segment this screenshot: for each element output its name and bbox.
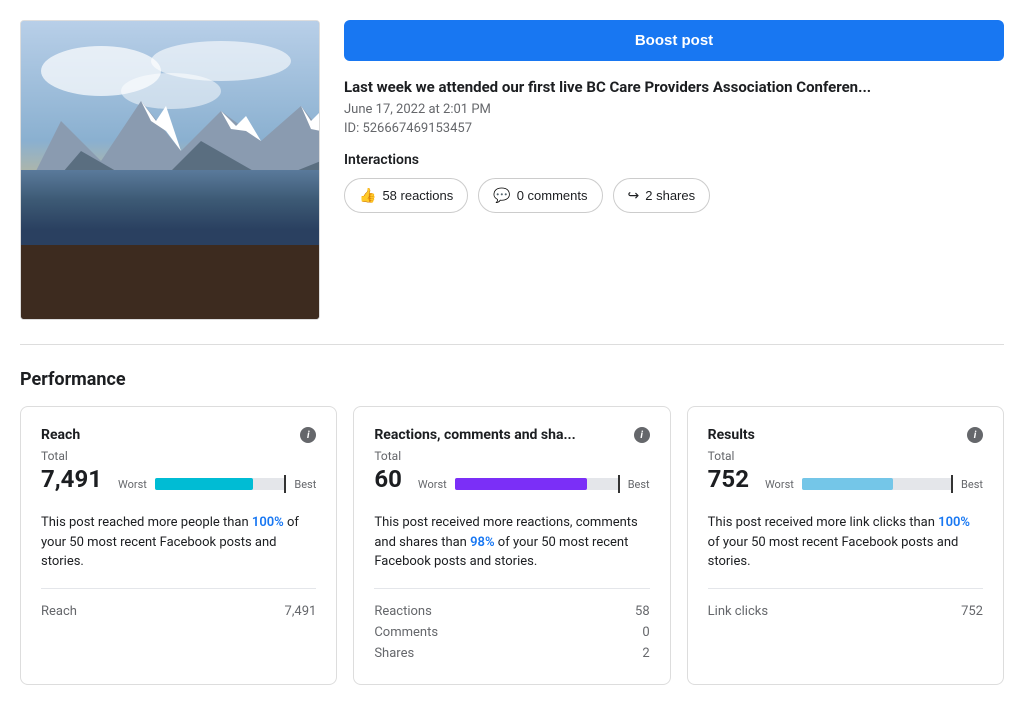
reactions-highlight: 98% [470, 535, 494, 550]
comment-icon: 💬 [493, 187, 510, 204]
reactions-stat-row-2: Shares 2 [374, 643, 649, 664]
comments-count: 0 comments [517, 188, 588, 203]
reach-total-label: Total [41, 449, 316, 463]
results-stats: Link clicks 752 [708, 601, 983, 622]
results-stat-row-0: Link clicks 752 [708, 601, 983, 622]
post-image [20, 20, 320, 320]
reactions-progress-bar [455, 478, 587, 490]
reach-progress-bar [155, 478, 254, 490]
reach-stat-value: 7,491 [285, 604, 317, 619]
results-progress-bar-container [802, 478, 953, 490]
reach-best-label: Best [294, 478, 316, 491]
reactions-best-label: Best [628, 478, 650, 491]
post-title: Last week we attended our first live BC … [344, 77, 1004, 98]
reactions-divider [374, 588, 649, 589]
share-icon: ↪ [628, 187, 640, 204]
results-stat-name-0: Link clicks [708, 604, 768, 619]
comments-button[interactable]: 💬 0 comments [478, 178, 602, 213]
shares-count: 2 shares [645, 188, 695, 203]
reach-value: 7,491 [41, 465, 102, 493]
reach-divider [41, 588, 316, 589]
reactions-stat-name-1: Comments [374, 625, 438, 640]
reactions-stats: Reactions 58 Comments 0 Shares 2 [374, 601, 649, 664]
boost-post-button[interactable]: Boost post [344, 20, 1004, 61]
reactions-card: Reactions, comments and sha... i Total 6… [353, 406, 670, 685]
reach-highlight: 100% [252, 515, 284, 530]
reactions-progress-bar-container [455, 478, 620, 490]
reach-stats: Reach 7,491 [41, 601, 316, 622]
reactions-button[interactable]: 👍 58 reactions [344, 178, 468, 213]
reactions-stat-row-1: Comments 0 [374, 622, 649, 643]
reach-card: Reach i Total 7,491 Worst Best [20, 406, 337, 685]
results-info-icon[interactable]: i [967, 427, 983, 443]
reach-stat-name: Reach [41, 604, 77, 619]
reactions-stat-value-2: 2 [642, 646, 649, 661]
reactions-count: 58 reactions [382, 188, 453, 203]
reach-description: This post reached more people than 100% … [41, 513, 316, 572]
reach-progress-marker [284, 475, 286, 493]
interactions-label: Interactions [344, 152, 1004, 168]
reactions-progress-marker [618, 475, 620, 493]
post-id: ID: 526667469153457 [344, 121, 1004, 136]
results-stat-value-0: 752 [961, 604, 983, 619]
post-right-panel: Boost post Last week we attended our fir… [344, 20, 1004, 320]
reactions-value: 60 [374, 465, 402, 493]
reactions-stat-name-2: Shares [374, 646, 414, 661]
main-container: Boost post Last week we attended our fir… [0, 0, 1024, 705]
reactions-card-header: Reactions, comments and sha... i [374, 427, 649, 443]
reactions-stat-row-0: Reactions 58 [374, 601, 649, 622]
performance-cards-row: Reach i Total 7,491 Worst Best [20, 406, 1004, 685]
reactions-total-label: Total [374, 449, 649, 463]
results-worst-label: Worst [765, 478, 794, 491]
results-best-label: Best [961, 478, 983, 491]
shares-button[interactable]: ↪ 2 shares [613, 178, 711, 213]
interactions-buttons: 👍 58 reactions 💬 0 comments ↪ 2 shares [344, 178, 1004, 213]
reactions-card-title: Reactions, comments and sha... [374, 427, 575, 443]
reach-card-header: Reach i [41, 427, 316, 443]
reach-stat-row: Reach 7,491 [41, 601, 316, 622]
thumbs-up-icon: 👍 [359, 187, 376, 204]
reactions-stat-value-1: 0 [642, 625, 649, 640]
results-progress-bar [802, 478, 893, 490]
reactions-stat-name-0: Reactions [374, 604, 432, 619]
reach-info-icon[interactable]: i [300, 427, 316, 443]
reactions-worst-label: Worst [418, 478, 447, 491]
performance-section: Performance Reach i Total 7,491 Worst [20, 369, 1004, 685]
reach-card-title: Reach [41, 427, 80, 443]
results-highlight: 100% [938, 515, 970, 530]
reactions-stat-value-0: 58 [635, 604, 650, 619]
performance-title: Performance [20, 369, 1004, 390]
results-total-label: Total [708, 449, 983, 463]
post-section: Boost post Last week we attended our fir… [20, 20, 1004, 345]
results-divider [708, 588, 983, 589]
results-card-header: Results i [708, 427, 983, 443]
results-description: This post received more link clicks than… [708, 513, 983, 572]
reactions-description: This post received more reactions, comme… [374, 513, 649, 572]
reach-worst-label: Worst [118, 478, 147, 491]
results-value: 752 [708, 465, 749, 493]
results-card-title: Results [708, 427, 755, 443]
results-card: Results i Total 752 Worst Best [687, 406, 1004, 685]
results-progress-marker [951, 475, 953, 493]
reach-progress-bar-container [155, 478, 287, 490]
reactions-info-icon[interactable]: i [634, 427, 650, 443]
post-date: June 17, 2022 at 2:01 PM [344, 102, 1004, 117]
